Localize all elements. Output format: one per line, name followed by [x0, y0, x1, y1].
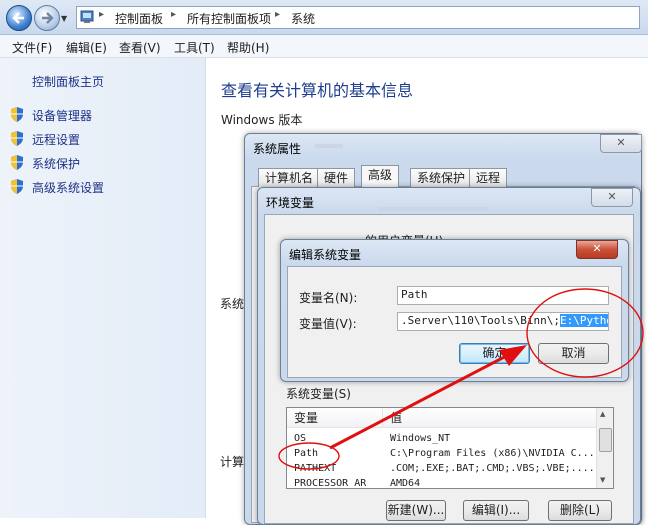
- annotation-arrow: [329, 352, 511, 450]
- annotation-circle-value: [526, 288, 644, 378]
- annotation-arrowhead: [499, 345, 527, 366]
- annotation-overlay: [278, 288, 644, 470]
